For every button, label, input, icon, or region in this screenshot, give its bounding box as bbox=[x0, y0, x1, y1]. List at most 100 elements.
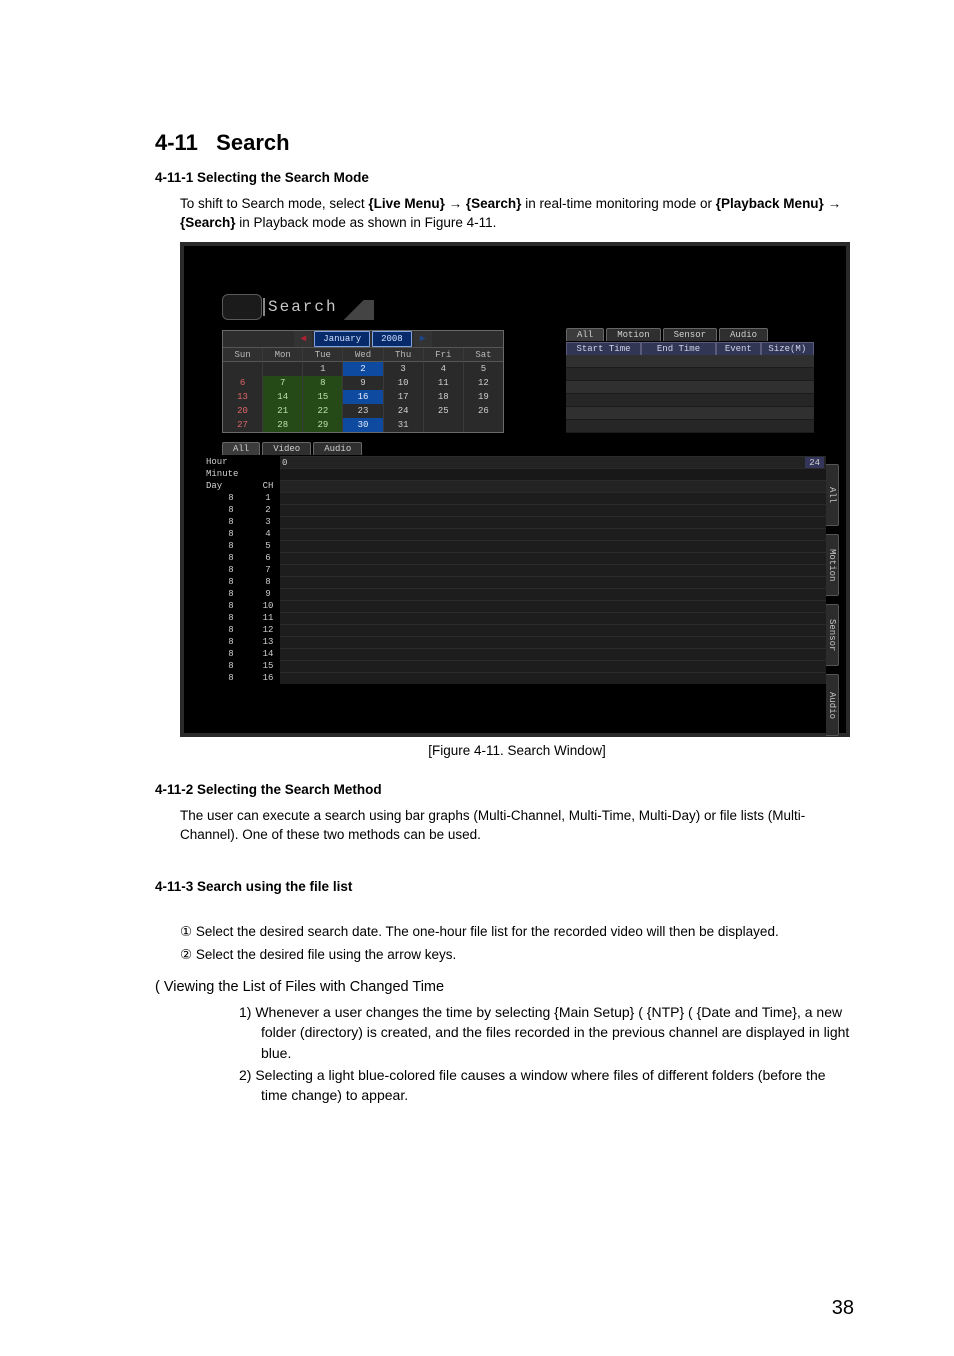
calendar-day-cell[interactable]: 9 bbox=[343, 376, 383, 390]
timeline-bar[interactable] bbox=[280, 564, 826, 576]
row-channel-value: 2 bbox=[256, 504, 280, 516]
timeline-channel-row[interactable]: 810 bbox=[204, 600, 826, 612]
calendar-prev-button[interactable]: ◀ bbox=[294, 331, 312, 347]
col-end-time: End Time bbox=[641, 342, 716, 356]
arrow-icon: → bbox=[445, 196, 466, 211]
calendar-day-cell[interactable]: 7 bbox=[263, 376, 303, 390]
lower-tab[interactable]: Video bbox=[262, 442, 311, 455]
menu-ref-search: {Search} bbox=[180, 215, 236, 230]
timeline-bar[interactable] bbox=[280, 648, 826, 660]
timeline-bar[interactable] bbox=[280, 612, 826, 624]
timeline-bar[interactable] bbox=[280, 672, 826, 684]
calendar-month[interactable]: January bbox=[314, 331, 370, 347]
calendar-day-cell[interactable]: 19 bbox=[464, 390, 503, 404]
timeline-channel-row[interactable]: 85 bbox=[204, 540, 826, 552]
calendar-day-cell[interactable]: 6 bbox=[223, 376, 263, 390]
list-row[interactable] bbox=[566, 381, 814, 394]
timeline-channel-row[interactable]: 89 bbox=[204, 588, 826, 600]
calendar-day-cell[interactable]: 21 bbox=[263, 404, 303, 418]
timeline-channel-row[interactable]: 88 bbox=[204, 576, 826, 588]
timeline-bar[interactable] bbox=[280, 504, 826, 516]
calendar-day-cell[interactable]: 30 bbox=[343, 418, 383, 432]
timeline-channel-row[interactable]: 87 bbox=[204, 564, 826, 576]
timeline-channel-row[interactable]: 813 bbox=[204, 636, 826, 648]
calendar-day-cell[interactable]: 5 bbox=[464, 362, 503, 376]
timeline-bar[interactable] bbox=[280, 636, 826, 648]
timeline-bar[interactable] bbox=[280, 576, 826, 588]
calendar-day-cell[interactable]: 8 bbox=[303, 376, 343, 390]
list-row[interactable] bbox=[566, 407, 814, 420]
calendar-next-button[interactable]: ▶ bbox=[414, 331, 432, 347]
calendar-day-cell[interactable]: 14 bbox=[263, 390, 303, 404]
event-list[interactable] bbox=[566, 355, 814, 433]
timeline-bar[interactable] bbox=[280, 588, 826, 600]
menu-ref-playback: {Playback Menu} bbox=[716, 196, 824, 211]
calendar-day-cell[interactable]: 3 bbox=[384, 362, 424, 376]
timeline-bar[interactable] bbox=[280, 540, 826, 552]
calendar-day-cell[interactable]: 18 bbox=[424, 390, 464, 404]
numbered-steps: ① Select the desired search date. The on… bbox=[155, 922, 854, 966]
row-day-value: 8 bbox=[204, 660, 256, 672]
calendar-day-cell[interactable]: 2 bbox=[343, 362, 383, 376]
timeline-channel-row[interactable]: 82 bbox=[204, 504, 826, 516]
lower-tab[interactable]: Audio bbox=[313, 442, 362, 455]
timeline-bar[interactable] bbox=[280, 600, 826, 612]
calendar-day-cell[interactable]: 27 bbox=[223, 418, 263, 432]
calendar-day-cell[interactable]: 12 bbox=[464, 376, 503, 390]
event-tab[interactable]: Motion bbox=[606, 328, 660, 341]
event-tab[interactable]: Audio bbox=[719, 328, 768, 341]
calendar-day-cell[interactable]: 4 bbox=[424, 362, 464, 376]
vertical-tab[interactable]: Sensor bbox=[826, 604, 839, 666]
calendar-day-cell[interactable]: 31 bbox=[384, 418, 424, 432]
list-row[interactable] bbox=[566, 394, 814, 407]
calendar-day-cell[interactable]: 13 bbox=[223, 390, 263, 404]
calendar-day-cell[interactable]: 24 bbox=[384, 404, 424, 418]
calendar-day-cell[interactable]: 16 bbox=[343, 390, 383, 404]
timeline-bar[interactable] bbox=[280, 492, 826, 504]
calendar-day-cell[interactable]: 23 bbox=[343, 404, 383, 418]
calendar-day-cell[interactable]: 29 bbox=[303, 418, 343, 432]
timeline-channel-row[interactable]: 84 bbox=[204, 528, 826, 540]
list-row[interactable] bbox=[566, 368, 814, 381]
calendar-day-cell[interactable]: 15 bbox=[303, 390, 343, 404]
timeline-bar[interactable] bbox=[280, 552, 826, 564]
step-text: Selecting a light blue-colored file caus… bbox=[251, 1067, 825, 1103]
step-number: 2) bbox=[239, 1067, 251, 1083]
calendar-day-cell[interactable]: 25 bbox=[424, 404, 464, 418]
calendar-day-cell[interactable]: 10 bbox=[384, 376, 424, 390]
timeline-graph: Hour 0 24 Minute Day CH bbox=[204, 456, 826, 729]
timeline-channel-row[interactable]: 811 bbox=[204, 612, 826, 624]
timeline-bar[interactable] bbox=[280, 528, 826, 540]
timeline-channel-row[interactable]: 812 bbox=[204, 624, 826, 636]
timeline-channel-row[interactable]: 86 bbox=[204, 552, 826, 564]
calendar-day-cell[interactable]: 22 bbox=[303, 404, 343, 418]
calendar-day-cell[interactable]: 26 bbox=[464, 404, 503, 418]
timeline-channel-row[interactable]: 81 bbox=[204, 492, 826, 504]
vertical-tab[interactable]: Motion bbox=[826, 534, 839, 596]
timeline-bar[interactable] bbox=[280, 660, 826, 672]
list-row[interactable] bbox=[566, 355, 814, 368]
row-channel-value: 6 bbox=[256, 552, 280, 564]
timeline-channel-row[interactable]: 816 bbox=[204, 672, 826, 684]
calendar-day-cell[interactable]: 17 bbox=[384, 390, 424, 404]
timeline-bar[interactable] bbox=[280, 516, 826, 528]
search-window: Search ◀ January 2008 ▶ SunMonTueWedThuF… bbox=[184, 246, 846, 733]
calendar-day-cell[interactable]: 28 bbox=[263, 418, 303, 432]
step-1-text: Select the desired search date. The one-… bbox=[192, 924, 779, 939]
calendar-dow-cell: Thu bbox=[384, 348, 424, 362]
event-tab[interactable]: Sensor bbox=[663, 328, 717, 341]
list-row[interactable] bbox=[566, 420, 814, 433]
vertical-tab[interactable]: All bbox=[826, 464, 839, 526]
calendar-dow-cell: Fri bbox=[424, 348, 464, 362]
timeline-channel-row[interactable]: 814 bbox=[204, 648, 826, 660]
timeline-channel-row[interactable]: 815 bbox=[204, 660, 826, 672]
event-tab[interactable]: All bbox=[566, 328, 604, 341]
calendar-day-cell[interactable]: 1 bbox=[303, 362, 343, 376]
timeline-bar[interactable] bbox=[280, 624, 826, 636]
calendar-day-cell[interactable]: 11 bbox=[424, 376, 464, 390]
lower-tab[interactable]: All bbox=[222, 442, 260, 455]
calendar-day-cell[interactable]: 20 bbox=[223, 404, 263, 418]
vertical-tab[interactable]: Audio bbox=[826, 674, 839, 736]
timeline-channel-row[interactable]: 83 bbox=[204, 516, 826, 528]
calendar-year[interactable]: 2008 bbox=[372, 331, 412, 347]
